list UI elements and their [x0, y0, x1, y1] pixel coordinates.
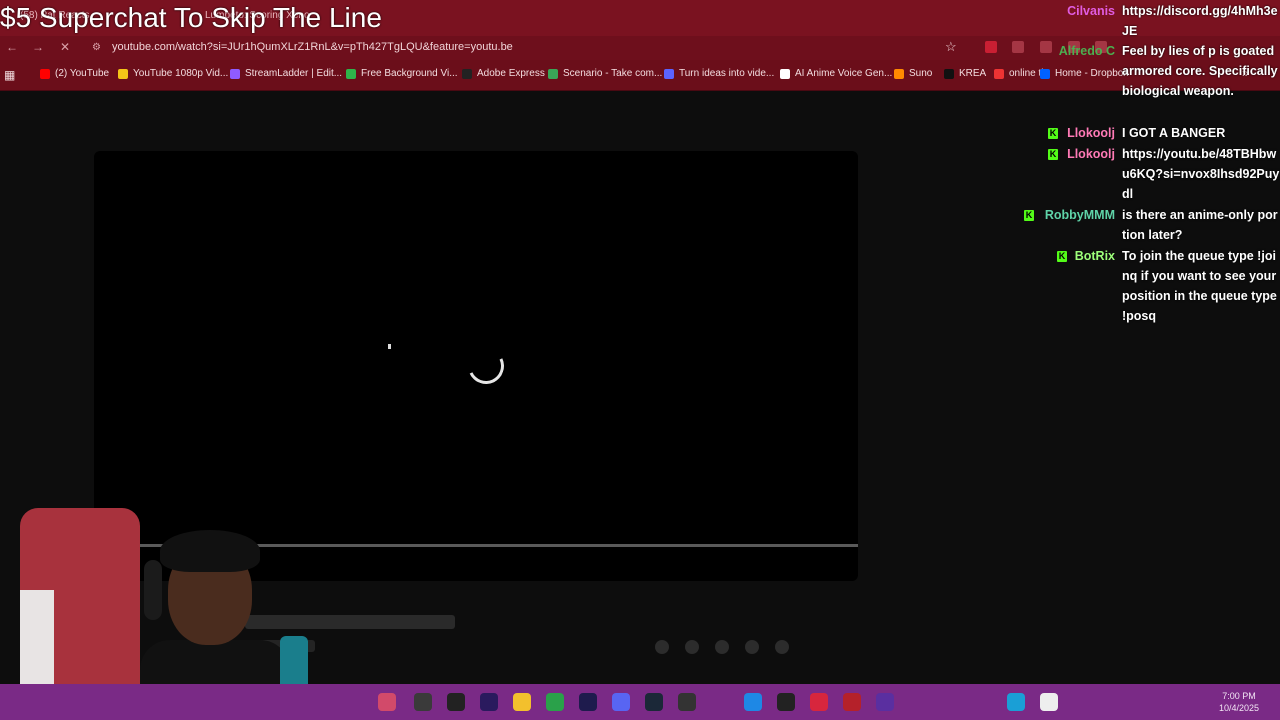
premiere-icon[interactable]	[480, 693, 498, 711]
bookmark-item[interactable]: Home - Dropbox	[1040, 68, 1128, 79]
chat-message-text: https://youtu.be/48TBHbwu6KQ?si=nvox8Ihs…	[1122, 147, 1280, 201]
terminal-icon[interactable]	[678, 693, 696, 711]
kick-badge-icon: K	[1048, 149, 1058, 160]
bookmark-label: Adobe Express	[477, 68, 545, 79]
bookmark-label: (2) YouTube	[55, 68, 110, 79]
bookmark-label: YouTube 1080p Vid...	[133, 68, 229, 79]
bookmark-favicon-icon	[118, 68, 128, 79]
kick-badge-icon: K	[1048, 128, 1058, 139]
bookmark-favicon-icon	[664, 68, 674, 79]
chatgpt-icon[interactable]	[414, 693, 432, 711]
title-placeholder	[245, 615, 455, 629]
bookmark-favicon-icon	[548, 68, 558, 79]
bookmark-label: Scenario - Take com...	[563, 68, 663, 79]
bookmark-item[interactable]: Turn ideas into vide...	[664, 68, 774, 79]
chat-username[interactable]: Llokoolj	[1067, 144, 1115, 164]
red-app-icon[interactable]	[810, 693, 828, 711]
bookmark-label: AI Anime Voice Gen...	[795, 68, 893, 79]
chat-message-text: I GOT A BANGER	[1122, 126, 1226, 140]
bookmark-favicon-icon	[894, 68, 904, 79]
kick-badge-icon: K	[1057, 251, 1067, 262]
system-clock[interactable]: 7:00 PM 10/4/2025	[1210, 690, 1268, 714]
clock-date: 10/4/2025	[1218, 703, 1260, 713]
bookmark-favicon-icon	[780, 68, 790, 79]
steam-icon[interactable]	[645, 693, 663, 711]
stop-loading-icon[interactable]: ✕	[60, 40, 70, 54]
bookmark-label: KREA	[959, 68, 987, 79]
obs-icon[interactable]	[777, 693, 795, 711]
chat-username[interactable]: Alfredo C	[1059, 41, 1115, 61]
chat-message-text: https://discord.gg/4hMh3eJE	[1122, 4, 1278, 38]
bookmark-label: Free Background Vi...	[361, 68, 458, 79]
extension-icon[interactable]	[1012, 41, 1024, 53]
windows-taskbar	[0, 684, 1280, 720]
extension-icon[interactable]	[1040, 41, 1052, 53]
chat-username[interactable]: Llokoolj	[1067, 123, 1115, 143]
forward-icon[interactable]: →	[32, 40, 44, 54]
stream-overlay-title: $5 Superchat To Skip The Line	[0, 2, 382, 33]
bird-app-icon[interactable]	[1007, 693, 1025, 711]
bookmark-label: StreamLadder | Edit...	[245, 68, 343, 79]
bookmark-label: Suno	[909, 68, 933, 79]
action-placeholder	[715, 640, 729, 654]
headset-icon	[144, 560, 162, 620]
kick-badge-icon: K	[1024, 210, 1034, 221]
bookmark-label: Home - Dropbox	[1055, 68, 1129, 79]
action-placeholder	[655, 640, 669, 654]
discord-icon[interactable]	[612, 693, 630, 711]
unreal-icon[interactable]	[447, 693, 465, 711]
action-placeholder	[745, 640, 759, 654]
game-app-icon[interactable]	[843, 693, 861, 711]
bookmark-item[interactable]: Scenario - Take com...	[548, 68, 662, 79]
bookmark-label: Turn ideas into vide...	[679, 68, 775, 79]
chat-username[interactable]: Cilvanis	[1067, 1, 1115, 21]
bookmark-item[interactable]: KREA	[944, 68, 986, 79]
bookmark-favicon-icon	[994, 68, 1004, 79]
chat-username[interactable]: RobbyMMM	[1045, 205, 1115, 225]
bookmark-item[interactable]: Suno	[894, 68, 932, 79]
bookmark-favicon-icon	[230, 68, 240, 79]
gaming-chair-side	[20, 590, 54, 690]
bookmark-item[interactable]: Adobe Express	[462, 68, 545, 79]
clock-time: 7:00 PM	[1222, 691, 1256, 701]
bookmark-favicon-icon	[346, 68, 356, 79]
back-icon[interactable]: ←	[6, 40, 18, 54]
store-icon[interactable]	[744, 693, 762, 711]
file-explorer-icon[interactable]	[513, 693, 531, 711]
mouse-cursor-icon	[388, 344, 391, 349]
bookmark-star-icon[interactable]: ☆	[945, 39, 957, 55]
action-placeholder	[775, 640, 789, 654]
bookmark-favicon-icon	[40, 68, 50, 79]
address-input[interactable]: youtube.com/watch?si=JUr1hQumXLrZ1RnL&v=…	[112, 41, 513, 53]
record-extension-icon[interactable]	[985, 41, 997, 53]
bookmark-favicon-icon	[944, 68, 954, 79]
chat-message-text: To join the queue type !joinq if you wan…	[1122, 249, 1277, 323]
bookmark-favicon-icon	[1040, 68, 1050, 79]
streamer-hair	[160, 530, 260, 572]
bookmark-item[interactable]: (2) YouTube	[40, 68, 109, 79]
chat-username[interactable]: BotRix	[1075, 246, 1115, 266]
bookmark-item[interactable]: AI Anime Voice Gen...	[780, 68, 892, 79]
bookmark-item[interactable]: YouTube 1080p Vid...	[118, 68, 228, 79]
bookmark-favicon-icon	[462, 68, 472, 79]
clipchamp-icon[interactable]	[876, 693, 894, 711]
chat-message-text: Feel by lies of p is goated armored core…	[1122, 44, 1278, 98]
site-info-icon[interactable]: ⚙	[92, 42, 101, 53]
chrome-icon[interactable]	[546, 693, 564, 711]
apps-grid-icon[interactable]: ▦	[4, 68, 15, 82]
bookmark-item[interactable]: Free Background Vi...	[346, 68, 458, 79]
action-placeholder	[685, 640, 699, 654]
chat-message-text: is there an anime-only portion later?	[1122, 208, 1278, 242]
after-effects-icon[interactable]	[579, 693, 597, 711]
brush-app-icon[interactable]	[378, 693, 396, 711]
bookmark-item[interactable]: StreamLadder | Edit...	[230, 68, 342, 79]
window-switch-icon[interactable]	[1040, 693, 1058, 711]
